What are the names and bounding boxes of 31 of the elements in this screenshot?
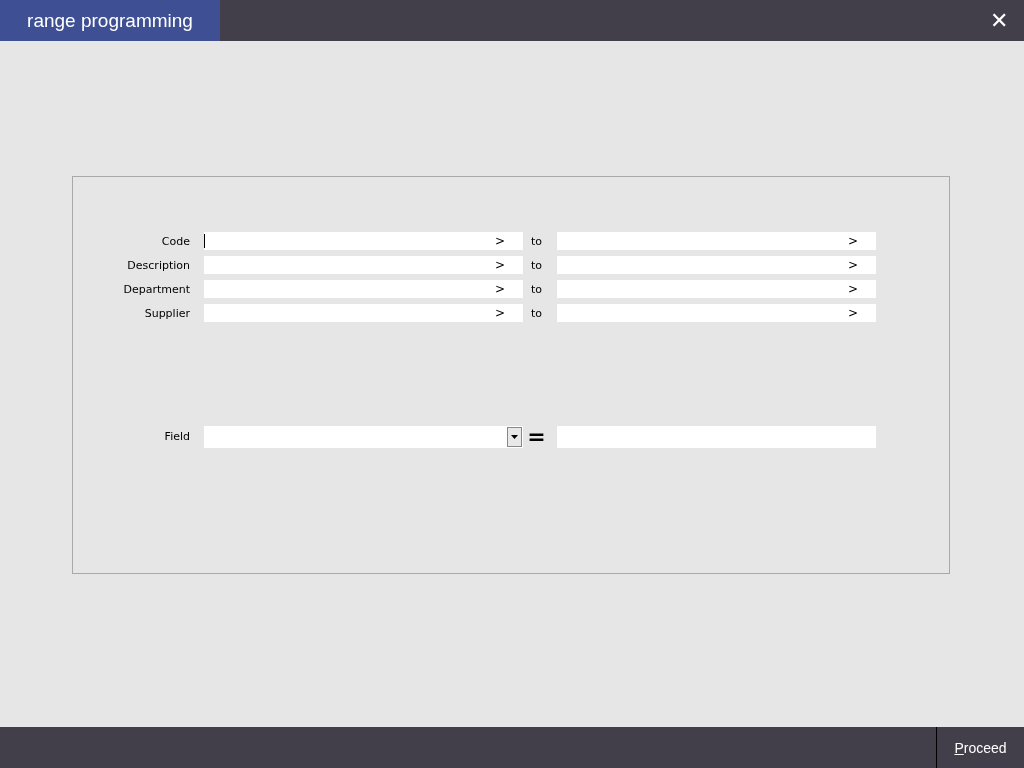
- lookup-button[interactable]: >: [847, 258, 876, 272]
- to-label: to: [529, 282, 543, 296]
- input-field[interactable]: >: [204, 232, 523, 250]
- lookup-button[interactable]: >: [494, 258, 523, 272]
- to-label: to: [529, 306, 543, 320]
- lookup-button[interactable]: >: [847, 282, 876, 296]
- input-field[interactable]: >: [557, 280, 876, 298]
- input-field[interactable]: >: [204, 304, 523, 322]
- field-label: Supplier: [143, 306, 191, 320]
- field-label: Description: [126, 258, 191, 272]
- field-dropdown[interactable]: [204, 425, 523, 448]
- lookup-button[interactable]: >: [494, 306, 523, 320]
- to-label: to: [529, 234, 543, 248]
- input-field[interactable]: >: [557, 256, 876, 274]
- lookup-button[interactable]: >: [494, 234, 523, 248]
- field-label: Field: [163, 430, 191, 443]
- value-field[interactable]: [557, 425, 876, 448]
- to-label: to: [529, 258, 543, 272]
- input-field[interactable]: >: [557, 232, 876, 250]
- close-button[interactable]: ✕: [974, 0, 1024, 41]
- lookup-button[interactable]: >: [847, 234, 876, 248]
- lookup-button[interactable]: >: [847, 306, 876, 320]
- input-field[interactable]: >: [557, 304, 876, 322]
- input-field[interactable]: >: [204, 256, 523, 274]
- input-field[interactable]: >: [204, 280, 523, 298]
- field-label: Code: [160, 234, 191, 248]
- proceed-button[interactable]: Proceed: [936, 727, 1024, 768]
- lookup-button[interactable]: >: [494, 282, 523, 296]
- window-title: range programming: [0, 0, 220, 41]
- equals-sign: =: [526, 424, 547, 449]
- field-label: Department: [122, 282, 191, 296]
